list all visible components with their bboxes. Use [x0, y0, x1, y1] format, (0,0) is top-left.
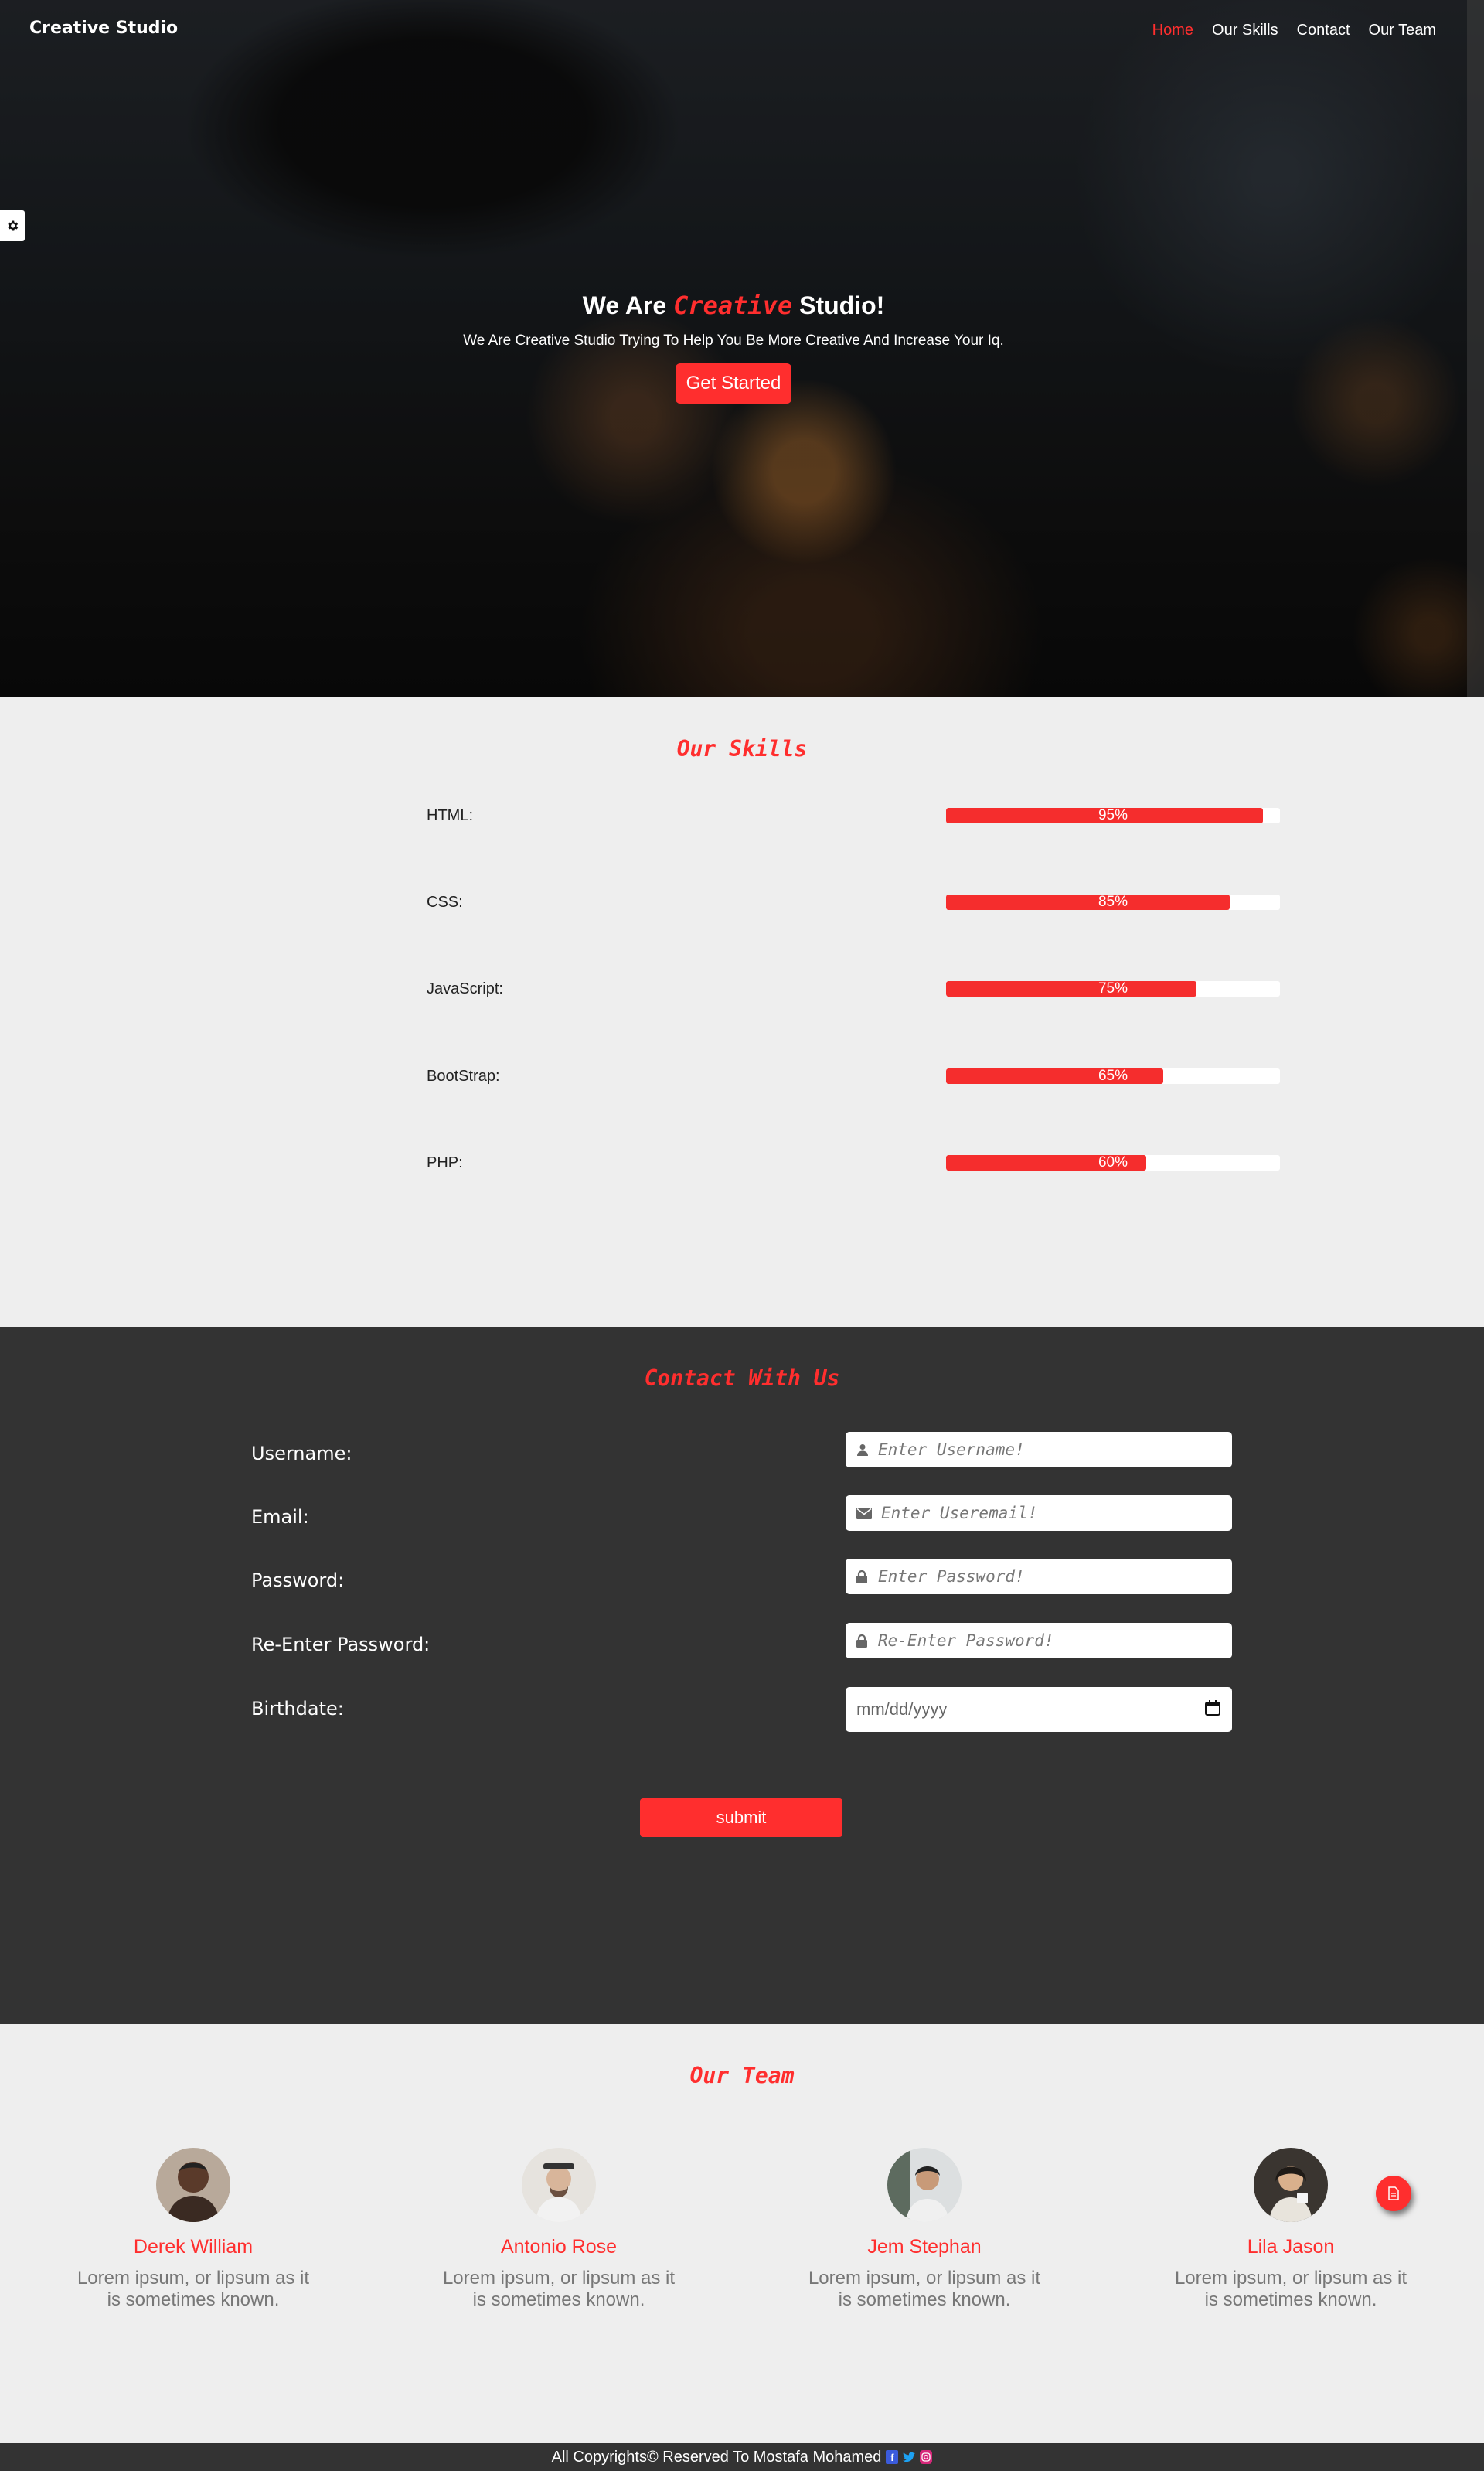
birthdate-label: Birthdate: — [251, 1698, 344, 1719]
nav-home[interactable]: Home — [1152, 22, 1193, 39]
member-name: Antonio Rose — [500, 2236, 618, 2258]
member-name: Jem Stephan — [867, 2236, 982, 2258]
hero-content: We Are Creative Studio! We Are Creative … — [0, 291, 1467, 404]
username-field[interactable]: Enter Username! — [846, 1432, 1232, 1467]
instagram-icon[interactable] — [920, 2450, 933, 2464]
skill-row: HTML: 95% — [427, 807, 1280, 824]
email-label: Email: — [251, 1506, 309, 1528]
twitter-icon[interactable] — [903, 2450, 916, 2464]
document-icon — [1388, 2186, 1399, 2200]
skill-row: JavaScript: 75% — [427, 980, 1280, 997]
team-member-card: Lila Jason Lorem ipsum, or lipsum as it … — [1167, 2148, 1414, 2311]
lock-icon — [856, 1634, 870, 1648]
progress-text: 95% — [1098, 808, 1128, 823]
contact-title: Contact With Us — [644, 1365, 840, 1391]
member-description: Lorem ipsum, or lipsum as it is sometime… — [808, 2268, 1041, 2310]
progress-bar: 60% — [946, 1155, 1280, 1171]
skill-row: PHP: 60% — [427, 1154, 1280, 1171]
hero-title: We Are Creative Studio! — [0, 291, 1467, 320]
hero-title-accent: Creative — [673, 291, 793, 320]
settings-toggle-button[interactable] — [0, 210, 25, 241]
progress-text: 60% — [1098, 1155, 1128, 1171]
progress-text: 75% — [1098, 981, 1128, 997]
password-label: Password: — [251, 1570, 345, 1591]
nav-our-team[interactable]: Our Team — [1369, 22, 1436, 39]
avatar — [1254, 2148, 1328, 2222]
team-member-card: Derek William Lorem ipsum, or lipsum as … — [70, 2148, 317, 2311]
footer: All Copyrights© Reserved To Mostafa Moha… — [0, 2443, 1484, 2471]
hero-scrollbar[interactable] — [1467, 0, 1484, 697]
envelope-icon — [856, 1506, 873, 1520]
member-description: Lorem ipsum, or lipsum as it is sometime… — [1174, 2268, 1407, 2310]
facebook-icon[interactable]: f — [886, 2450, 899, 2464]
submit-button[interactable]: submit — [640, 1798, 842, 1837]
skill-label: PHP: — [427, 1154, 463, 1171]
main-nav: Home Our Skills Contact Our Team — [1152, 22, 1436, 39]
gear-icon — [8, 220, 19, 231]
team-section: Our Team Derek William Lorem ipsum, or l… — [0, 2024, 1484, 2443]
get-started-button[interactable]: Get Started — [675, 363, 792, 404]
member-description: Lorem ipsum, or lipsum as it is sometime… — [77, 2268, 310, 2310]
progress-bar: 75% — [946, 981, 1280, 997]
skill-row: BootStrap: 65% — [427, 1068, 1280, 1085]
member-description: Lorem ipsum, or lipsum as it is sometime… — [442, 2268, 676, 2310]
member-name: Lila Jason — [1247, 2236, 1335, 2258]
skill-label: BootStrap: — [427, 1068, 500, 1085]
progress-bar: 95% — [946, 808, 1280, 823]
progress-text: 85% — [1098, 895, 1128, 910]
user-icon — [856, 1443, 870, 1457]
team-member-card: Jem Stephan Lorem ipsum, or lipsum as it… — [801, 2148, 1048, 2311]
username-placeholder: Enter Username! — [878, 1440, 1025, 1459]
email-placeholder: Enter Useremail! — [881, 1504, 1038, 1522]
nav-our-skills[interactable]: Our Skills — [1212, 22, 1278, 39]
re-enter-password-label: Re-Enter Password: — [251, 1634, 431, 1655]
progress-bar: 85% — [946, 895, 1280, 910]
hero-title-prefix: We Are — [582, 291, 667, 319]
member-name: Derek William — [133, 2236, 254, 2258]
skills-section: Our Skills HTML: 95% CSS: 85% JavaScript… — [0, 697, 1484, 1327]
avatar — [887, 2148, 962, 2222]
email-field[interactable]: Enter Useremail! — [846, 1495, 1232, 1531]
lock-icon — [856, 1570, 870, 1583]
re-enter-password-placeholder: Re-Enter Password! — [878, 1631, 1054, 1650]
password-placeholder: Enter Password! — [878, 1567, 1025, 1586]
hero-title-suffix: Studio! — [799, 291, 885, 319]
avatar — [522, 2148, 596, 2222]
team-member-card: Antonio Rose Lorem ipsum, or lipsum as i… — [435, 2148, 682, 2311]
copyright-text: All Copyrights© Reserved To Mostafa Moha… — [551, 2448, 882, 2466]
calendar-icon[interactable] — [1204, 1699, 1221, 1720]
nav-contact[interactable]: Contact — [1297, 22, 1350, 39]
skill-label: JavaScript: — [427, 980, 503, 997]
re-enter-password-field[interactable]: Re-Enter Password! — [846, 1623, 1232, 1658]
skill-row: CSS: 85% — [427, 894, 1280, 911]
hero-subtitle: We Are Creative Studio Trying To Help Yo… — [463, 332, 1004, 349]
hero-section: Creative Studio Home Our Skills Contact … — [0, 0, 1484, 697]
username-label: Username: — [251, 1443, 352, 1464]
avatar — [156, 2148, 230, 2222]
progress-text: 65% — [1098, 1068, 1128, 1084]
birthdate-field[interactable]: mm/dd/yyyy — [846, 1687, 1232, 1732]
skills-title: Our Skills — [676, 736, 808, 762]
skill-label: HTML: — [427, 807, 473, 824]
birthdate-placeholder: mm/dd/yyyy — [856, 1699, 948, 1719]
contact-section: Contact With Us Username: Enter Username… — [0, 1327, 1484, 2024]
progress-bar: 65% — [946, 1068, 1280, 1084]
skill-label: CSS: — [427, 894, 463, 911]
team-title: Our Team — [689, 2063, 795, 2088]
brand-logo[interactable]: Creative Studio — [29, 19, 178, 38]
password-field[interactable]: Enter Password! — [846, 1559, 1232, 1594]
floating-action-button[interactable] — [1376, 2176, 1411, 2211]
